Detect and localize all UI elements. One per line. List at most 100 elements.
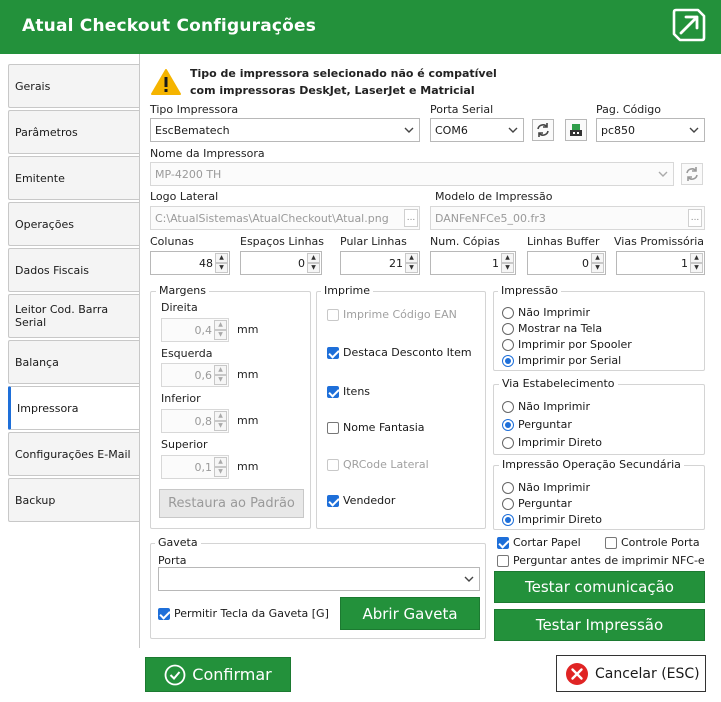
refresh-icon [686, 167, 698, 181]
tipo-impressora-label: Tipo Impressora [150, 103, 239, 116]
espacos-linhas-stepper[interactable]: 0 ▲ ▼ [240, 251, 322, 275]
window-title: Atual Checkout Configurações [22, 16, 317, 36]
tab-parametros[interactable]: Parâmetros [8, 110, 140, 154]
impressao-imprimir-por-serial-radio[interactable]: Imprimir por Serial [502, 354, 621, 367]
pular-linhas-stepper[interactable]: 21 ▲ ▼ [340, 251, 420, 275]
stepper-up-icon[interactable]: ▲ [690, 253, 703, 263]
qrcode-lateral-checkbox[interactable]: QRCode Lateral [327, 458, 429, 471]
vias-promissoria-label: Vias Promissória [614, 235, 705, 248]
refresh-printers-button[interactable] [681, 163, 703, 185]
controle-porta-checkbox[interactable]: Controle Porta [605, 536, 700, 549]
vendedor-checkbox[interactable]: Vendedor [327, 494, 395, 507]
porta-serial-select[interactable]: COM6 [430, 118, 524, 142]
num-copias-label: Num. Cópias [430, 235, 500, 248]
impressao-mostrar-na-tela-radio[interactable]: Mostrar na Tela [502, 322, 602, 335]
margem-direita-stepper[interactable]: 0,4 ▲ ▼ [161, 318, 229, 342]
warning-icon [151, 69, 181, 95]
stepper-down-icon[interactable]: ▼ [214, 467, 227, 477]
via-nao-imprimir-radio[interactable]: Não Imprimir [502, 400, 590, 413]
close-circle-icon [566, 662, 588, 685]
stepper-up-icon[interactable]: ▲ [214, 457, 227, 467]
stepper-down-icon[interactable]: ▼ [501, 263, 514, 273]
stepper-down-icon[interactable]: ▼ [591, 263, 604, 273]
itens-checkbox[interactable]: Itens [327, 385, 370, 398]
gaveta-porta-label: Porta [158, 554, 187, 567]
margem-esquerda-stepper[interactable]: 0,6 ▲ ▼ [161, 363, 229, 387]
vias-promissoria-stepper[interactable]: 1 ▲ ▼ [616, 251, 705, 275]
margem-superior-stepper[interactable]: 0,1 ▲ ▼ [161, 455, 229, 479]
espacos-linhas-label: Espaços Linhas [240, 235, 325, 248]
logo-lateral-input[interactable]: C:\AtualSistemas\AtualCheckout\Atual.png [150, 206, 420, 230]
refresh-ports-button[interactable] [532, 119, 554, 141]
nome-impressora-select[interactable]: MP-4200 TH [150, 162, 674, 186]
pag-codigo-select[interactable]: pc850 [596, 118, 705, 142]
stepper-up-icon[interactable]: ▲ [307, 253, 320, 263]
stepper-up-icon[interactable]: ▲ [214, 365, 227, 375]
warning-line-1: Tipo de impressora selecionado não é com… [190, 67, 497, 80]
margem-esquerda-label: Esquerda [161, 347, 213, 360]
stepper-up-icon[interactable]: ▲ [405, 253, 418, 263]
via-imprimir-direto-radio[interactable]: Imprimir Direto [502, 436, 602, 449]
perguntar-antes-imprimir-checkbox[interactable]: Perguntar antes de imprimir NFC-e [497, 554, 705, 567]
porta-serial-label: Porta Serial [430, 103, 494, 116]
imprime-codigo-ean-checkbox[interactable]: Imprime Código EAN [327, 308, 457, 321]
secundaria-nao-imprimir-radio[interactable]: Não Imprimir [502, 481, 590, 494]
abrir-gaveta-button[interactable]: Abrir Gaveta [340, 597, 480, 630]
impressao-nao-imprimir-radio[interactable]: Não Imprimir [502, 306, 590, 319]
stepper-down-icon[interactable]: ▼ [215, 263, 228, 273]
tab-operacoes[interactable]: Operações [8, 202, 140, 246]
modelo-impressao-input[interactable]: DANFeNFCe5_00.fr3 [430, 206, 705, 230]
secundaria-perguntar-radio[interactable]: Perguntar [502, 497, 572, 510]
tab-gerais[interactable]: Gerais [8, 64, 140, 108]
confirmar-button[interactable]: Confirmar [145, 657, 291, 692]
via-perguntar-radio[interactable]: Perguntar [502, 418, 572, 431]
chevron-down-icon [464, 576, 474, 582]
cortar-papel-checkbox[interactable]: Cortar Papel [497, 536, 581, 549]
num-copias-stepper[interactable]: 1 ▲ ▼ [430, 251, 516, 275]
tab-backup[interactable]: Backup [8, 478, 140, 522]
modelo-impressao-label: Modelo de Impressão [435, 190, 553, 203]
stepper-down-icon[interactable]: ▼ [214, 330, 227, 340]
modelo-browse-button[interactable]: ... [688, 209, 702, 227]
margem-superior-unit: mm [237, 460, 259, 473]
gaveta-title: Gaveta [155, 536, 201, 549]
stepper-down-icon[interactable]: ▼ [307, 263, 320, 273]
tipo-impressora-select[interactable]: EscBematech [150, 118, 420, 142]
stepper-up-icon[interactable]: ▲ [214, 320, 227, 330]
colunas-stepper[interactable]: 48 ▲ ▼ [150, 251, 230, 275]
destaca-desconto-item-checkbox[interactable]: Destaca Desconto Item [327, 346, 472, 359]
stepper-down-icon[interactable]: ▼ [405, 263, 418, 273]
stepper-up-icon[interactable]: ▲ [214, 411, 227, 421]
logo-browse-button[interactable]: ... [404, 209, 418, 227]
stepper-up-icon[interactable]: ▲ [501, 253, 514, 263]
testar-comunicacao-button[interactable]: Testar comunicação [494, 571, 705, 603]
nome-fantasia-checkbox[interactable]: Nome Fantasia [327, 421, 425, 434]
margem-inferior-stepper[interactable]: 0,8 ▲ ▼ [161, 409, 229, 433]
impressao-imprimir-por-spooler-radio[interactable]: Imprimir por Spooler [502, 338, 632, 351]
tab-dados-fiscais[interactable]: Dados Fiscais [8, 248, 140, 292]
tab-emitente[interactable]: Emitente [8, 156, 140, 200]
tab-configuracoes-email[interactable]: Configurações E-Mail [8, 432, 140, 476]
cancelar-button[interactable]: Cancelar (ESC) [556, 655, 706, 692]
stepper-up-icon[interactable]: ▲ [215, 253, 228, 263]
gaveta-porta-select[interactable] [158, 567, 480, 591]
secundaria-imprimir-direto-radio[interactable]: Imprimir Direto [502, 513, 602, 526]
linhas-buffer-stepper[interactable]: 0 ▲ ▼ [527, 251, 606, 275]
stepper-down-icon[interactable]: ▼ [214, 375, 227, 385]
operacao-secundaria-title: Impressão Operação Secundária [499, 458, 684, 471]
tab-impressora[interactable]: Impressora [8, 386, 140, 430]
restaura-padrao-button[interactable]: Restaura ao Padrão [159, 489, 304, 518]
chevron-down-icon [508, 127, 518, 133]
margem-direita-unit: mm [237, 323, 259, 336]
impressao-title: Impressão [498, 284, 561, 297]
tab-balanca[interactable]: Balança [8, 340, 140, 384]
port-config-button[interactable] [565, 119, 587, 141]
margem-direita-label: Direita [161, 301, 198, 314]
stepper-down-icon[interactable]: ▼ [214, 421, 227, 431]
tab-leitor-cod-barra-serial[interactable]: Leitor Cod. Barra Serial [8, 294, 140, 338]
permitir-tecla-gaveta-checkbox[interactable]: Permitir Tecla da Gaveta [G] [158, 607, 329, 620]
stepper-down-icon[interactable]: ▼ [690, 263, 703, 273]
margens-title: Margens [156, 284, 210, 297]
stepper-up-icon[interactable]: ▲ [591, 253, 604, 263]
testar-impressao-button[interactable]: Testar Impressão [494, 609, 705, 641]
